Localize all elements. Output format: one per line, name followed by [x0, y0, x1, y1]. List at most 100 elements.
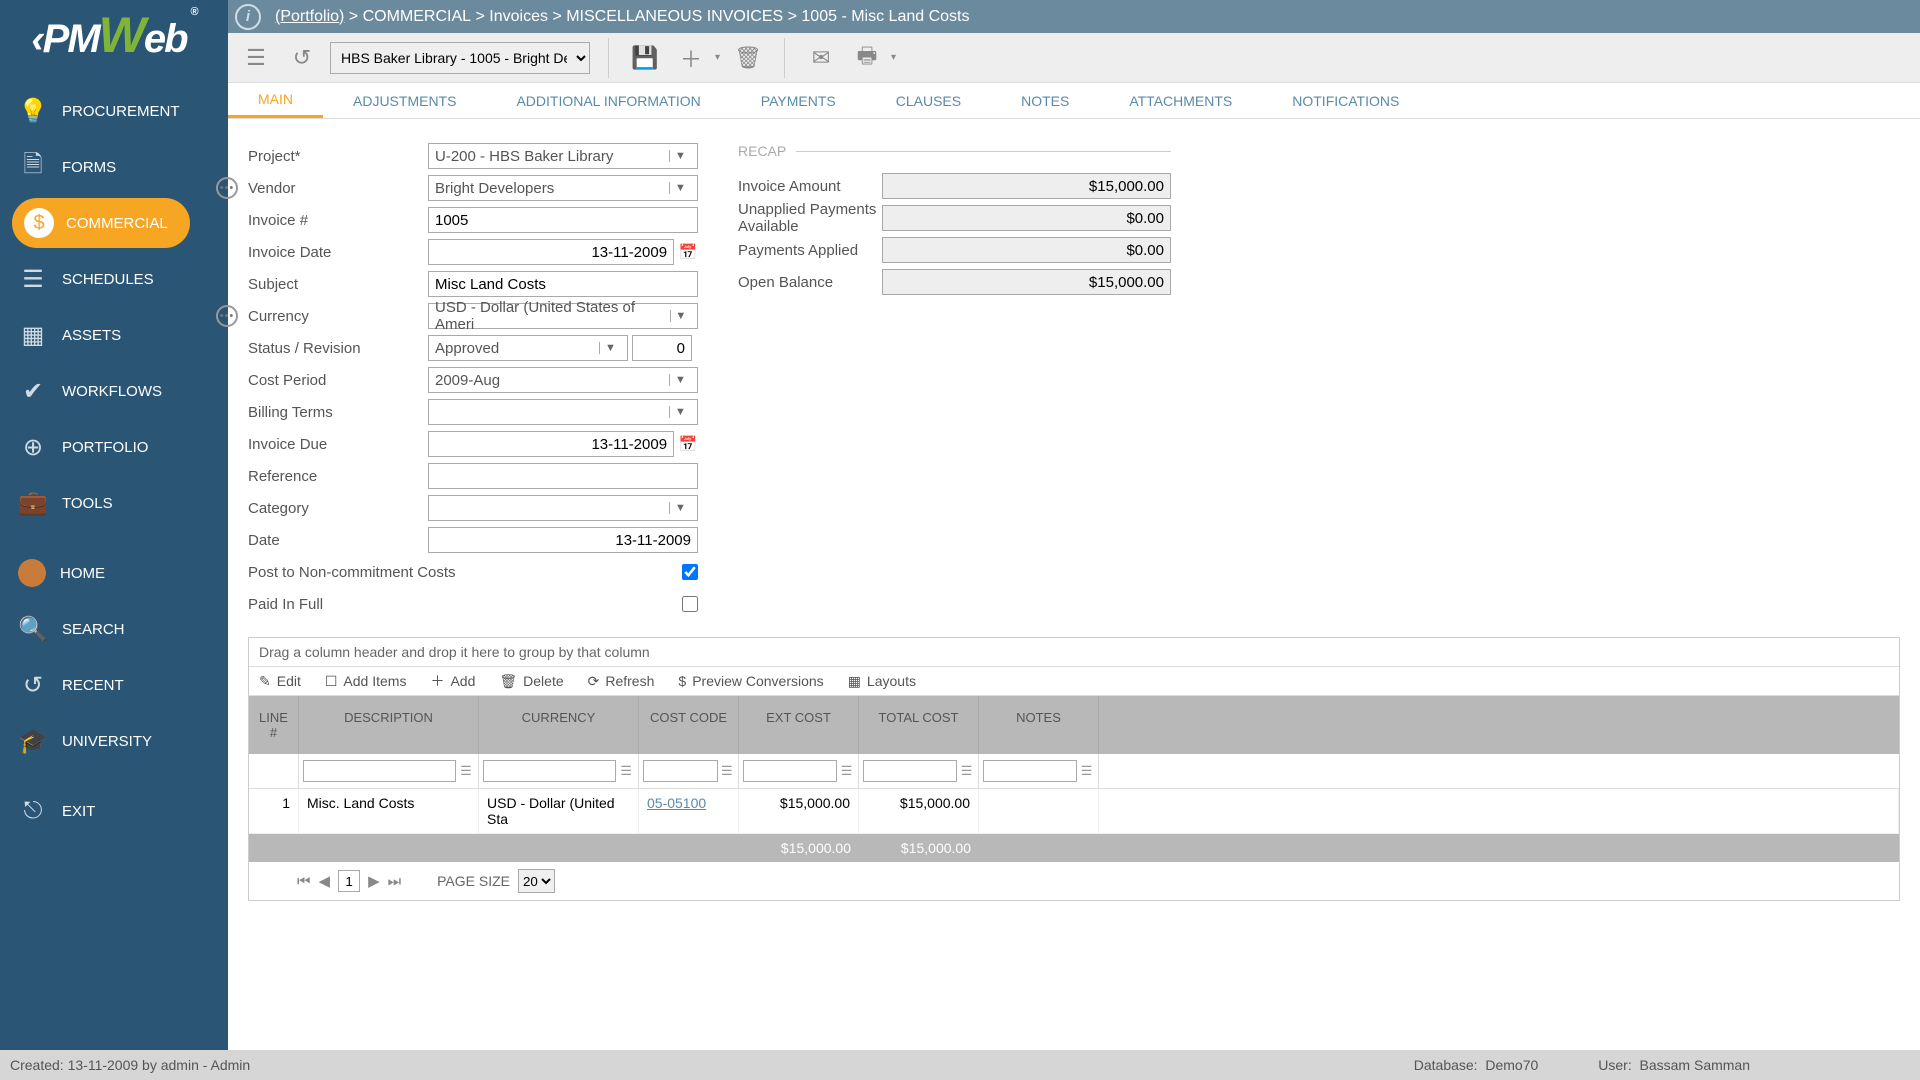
col-total-cost[interactable]: TOTAL COST — [859, 696, 979, 754]
invoice-date-input[interactable] — [428, 239, 674, 265]
dollar-icon: $ — [24, 208, 54, 238]
filter-icon[interactable]: ☰ — [959, 763, 974, 779]
category-select[interactable]: ▼ — [428, 495, 698, 521]
vendor-select[interactable]: Bright Developers▼ — [428, 175, 698, 201]
calendar-icon[interactable]: 📅 — [678, 243, 698, 261]
record-selector[interactable]: HBS Baker Library - 1005 - Bright De — [330, 42, 590, 74]
filter-icon[interactable]: ☰ — [720, 763, 734, 779]
table-row[interactable]: 1 Misc. Land Costs USD - Dollar (United … — [249, 789, 1899, 834]
filter-currency[interactable] — [483, 760, 616, 782]
filter-total-cost[interactable] — [863, 760, 957, 782]
pager-next[interactable]: ▶ — [368, 872, 380, 890]
label-project: Project* — [248, 148, 428, 165]
reference-input[interactable] — [428, 463, 698, 489]
filter-icon[interactable]: ☰ — [618, 763, 634, 779]
open-balance-value — [882, 269, 1171, 295]
breadcrumb-commercial[interactable]: COMMERCIAL — [363, 8, 471, 26]
tab-attachments[interactable]: ATTACHMENTS — [1099, 83, 1262, 118]
grid-preview-button[interactable]: $Preview Conversions — [678, 673, 823, 689]
subject-input[interactable] — [428, 271, 698, 297]
col-line[interactable]: LINE # — [249, 696, 299, 754]
invoice-due-input[interactable] — [428, 431, 674, 457]
cost-period-select[interactable]: 2009-Aug▼ — [428, 367, 698, 393]
nav-university[interactable]: 🎓UNIVERSITY — [0, 713, 228, 769]
breadcrumb-invoices[interactable]: Invoices — [489, 8, 548, 26]
print-dropdown[interactable]: ▾ — [891, 52, 896, 63]
email-button[interactable]: ✉ — [803, 40, 839, 76]
grid-group-hint[interactable]: Drag a column header and drop it here to… — [249, 638, 1899, 667]
grid-layouts-button[interactable]: ▦Layouts — [848, 673, 916, 690]
list-view-button[interactable]: ☰ — [238, 40, 274, 76]
status-select[interactable]: Approved▼ — [428, 335, 628, 361]
col-notes[interactable]: NOTES — [979, 696, 1099, 754]
tab-notes[interactable]: NOTES — [991, 83, 1099, 118]
project-select[interactable]: U-200 - HBS Baker Library▼ — [428, 143, 698, 169]
add-button[interactable]: ＋ — [673, 40, 709, 76]
grid-add-items-button[interactable]: ☐Add Items — [325, 673, 407, 690]
invoice-no-input[interactable] — [428, 207, 698, 233]
tab-adjustments[interactable]: ADJUSTMENTS — [323, 83, 486, 118]
nav-search[interactable]: 🔍SEARCH — [0, 601, 228, 657]
tab-notifications[interactable]: NOTIFICATIONS — [1262, 83, 1429, 118]
grid-delete-button[interactable]: 🗑Delete — [499, 673, 563, 690]
pager-last[interactable]: ⏭ — [388, 873, 402, 890]
nav-schedules[interactable]: ☰SCHEDULES — [0, 251, 228, 307]
filter-ext-cost[interactable] — [743, 760, 837, 782]
breadcrumb-misc[interactable]: MISCELLANEOUS INVOICES — [566, 8, 783, 26]
page-size-select[interactable]: 20 — [518, 869, 555, 893]
label-payments-applied: Payments Applied — [738, 242, 882, 259]
filter-cost-code[interactable] — [643, 760, 718, 782]
currency-lookup-icon[interactable]: ••• — [216, 305, 238, 327]
info-icon[interactable]: i — [235, 4, 261, 30]
nav-forms[interactable]: 🗎FORMS — [0, 139, 228, 195]
label-invoice-no: Invoice # — [248, 212, 428, 229]
tab-payments[interactable]: PAYMENTS — [731, 83, 866, 118]
history-button[interactable]: ↺ — [284, 40, 320, 76]
filter-icon[interactable]: ☰ — [839, 763, 854, 779]
pager-first[interactable]: ⏮ — [297, 873, 311, 890]
col-currency[interactable]: CURRENCY — [479, 696, 639, 754]
nav-workflows[interactable]: ✔WORKFLOWS — [0, 363, 228, 419]
filter-notes[interactable] — [983, 760, 1077, 782]
vendor-lookup-icon[interactable]: ••• — [216, 177, 238, 199]
nav-home[interactable]: HOME — [0, 545, 228, 601]
breadcrumb-portfolio[interactable]: (Portfolio) — [275, 8, 344, 26]
tab-main[interactable]: MAIN — [228, 83, 323, 118]
tab-additional[interactable]: ADDITIONAL INFORMATION — [486, 83, 730, 118]
col-ext-cost[interactable]: EXT COST — [739, 696, 859, 754]
delete-button[interactable]: 🗑 — [730, 40, 766, 76]
post-checkbox[interactable] — [682, 564, 698, 580]
nav-procurement[interactable]: 💡PROCUREMENT — [0, 83, 228, 139]
nav-portfolio[interactable]: ⊕PORTFOLIO — [0, 419, 228, 475]
billing-terms-select[interactable]: ▼ — [428, 399, 698, 425]
pager-page-input[interactable] — [338, 870, 360, 892]
revision-input[interactable] — [632, 335, 692, 361]
filter-icon[interactable]: ☰ — [1079, 763, 1094, 779]
globe-icon: ⊕ — [18, 433, 48, 462]
pager-prev[interactable]: ◀ — [319, 872, 331, 890]
filter-desc[interactable] — [303, 760, 456, 782]
refresh-icon: ⟳ — [588, 673, 600, 690]
label-category: Category — [248, 500, 428, 517]
print-button[interactable]: 🖶 — [849, 40, 885, 76]
grid-refresh-button[interactable]: ⟳Refresh — [588, 673, 655, 690]
cell-cost-code[interactable]: 05-05100 — [647, 795, 706, 811]
nav-assets[interactable]: ▦ASSETS — [0, 307, 228, 363]
nav-tools[interactable]: 💼TOOLS — [0, 475, 228, 531]
col-desc[interactable]: DESCRIPTION — [299, 696, 479, 754]
currency-select[interactable]: USD - Dollar (United States of Ameri▼ — [428, 303, 698, 329]
add-dropdown[interactable]: ▾ — [715, 52, 720, 63]
tab-clauses[interactable]: CLAUSES — [866, 83, 991, 118]
nav-commercial[interactable]: $COMMERCIAL — [0, 195, 228, 251]
filter-icon[interactable]: ☰ — [458, 763, 474, 779]
paid-checkbox[interactable] — [682, 596, 698, 612]
nav-recent[interactable]: ↺RECENT — [0, 657, 228, 713]
line-items-grid: Drag a column header and drop it here to… — [248, 637, 1900, 901]
calendar-icon[interactable]: 📅 — [678, 435, 698, 453]
nav-exit[interactable]: ⎋EXIT — [0, 783, 228, 839]
cell-ext-cost: $15,000.00 — [739, 789, 859, 833]
save-button[interactable]: 💾 — [627, 40, 663, 76]
grid-edit-button[interactable]: ✎Edit — [259, 673, 301, 690]
grid-add-button[interactable]: ＋Add — [430, 671, 475, 691]
col-cost-code[interactable]: COST CODE — [639, 696, 739, 754]
